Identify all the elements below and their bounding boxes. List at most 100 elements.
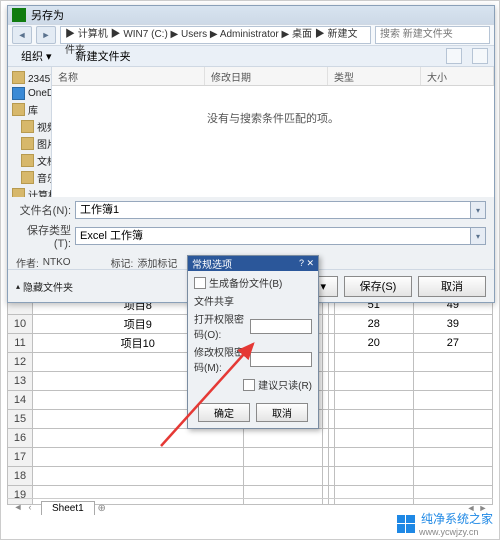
folder-icon <box>12 71 25 84</box>
filetype-dd[interactable]: ▾ <box>471 227 486 245</box>
organize-button[interactable]: 组织 ▾ <box>14 46 59 66</box>
options-cancel-button[interactable]: 取消 <box>256 403 308 422</box>
sheet-nav-prev[interactable]: ‹ <box>25 502 35 514</box>
cell[interactable] <box>413 410 492 429</box>
cell[interactable] <box>413 467 492 486</box>
watermark-url: www.ycwjzy.cn <box>419 527 493 537</box>
cell[interactable] <box>334 353 413 372</box>
tree-item-label: 库 <box>28 102 38 117</box>
cell[interactable]: 20 <box>334 334 413 353</box>
filename-dd[interactable]: ▾ <box>471 201 486 219</box>
tree-item-label: 2345下载 <box>28 70 52 85</box>
cell[interactable] <box>243 429 322 448</box>
cell[interactable]: 27 <box>413 334 492 353</box>
save-button[interactable]: 保存(S) <box>344 276 412 297</box>
backup-label: 生成备份文件(B) <box>209 275 282 290</box>
row-header[interactable]: 10 <box>8 315 33 334</box>
help-icon[interactable] <box>472 48 488 64</box>
options-title: 常规选项 <box>192 256 232 271</box>
cell[interactable] <box>413 391 492 410</box>
row-header[interactable]: 16 <box>8 429 33 448</box>
cell[interactable] <box>334 467 413 486</box>
folder-icon <box>12 103 25 116</box>
mod-pw-input[interactable] <box>250 352 312 367</box>
breadcrumb[interactable]: ▶ 计算机 ▶ WIN7 (C:) ▶ Users ▶ Administrato… <box>60 26 371 44</box>
tree-item[interactable]: 图片 <box>10 135 49 152</box>
cell[interactable] <box>33 448 244 467</box>
cell[interactable] <box>334 429 413 448</box>
empty-message: 没有与搜索条件匹配的项。 <box>52 110 494 126</box>
row-header[interactable]: 14 <box>8 391 33 410</box>
options-close-icon[interactable]: ? ✕ <box>299 258 314 269</box>
column-header[interactable]: 类型 <box>328 67 421 85</box>
cell[interactable] <box>413 429 492 448</box>
sheet-add[interactable]: ⊕ <box>95 503 109 514</box>
open-pw-input[interactable] <box>250 319 312 334</box>
cell[interactable] <box>334 448 413 467</box>
column-header[interactable]: 大小 <box>421 67 494 85</box>
sheet-tab[interactable]: Sheet1 <box>41 501 95 515</box>
file-list[interactable]: 名称修改日期类型大小 没有与搜索条件匹配的项。 <box>52 67 494 197</box>
cell[interactable] <box>413 448 492 467</box>
author-label: 作者: <box>16 255 39 270</box>
folder-icon <box>21 120 34 133</box>
tree-item[interactable]: 文档 <box>10 152 49 169</box>
cell[interactable] <box>243 467 322 486</box>
mod-pw-label: 修改权限密码(M): <box>194 344 247 374</box>
cell[interactable] <box>413 372 492 391</box>
search-input[interactable]: 搜索 新建文件夹 <box>375 26 490 44</box>
view-icon[interactable] <box>446 48 462 64</box>
filetype-input[interactable]: Excel 工作簿 <box>75 227 471 245</box>
row-header[interactable]: 18 <box>8 467 33 486</box>
open-pw-label: 打开权限密码(O): <box>194 311 247 341</box>
row-header[interactable]: 17 <box>8 448 33 467</box>
tree-item[interactable]: 2345下载 <box>10 69 49 86</box>
filetype-label: 保存类型(T): <box>16 222 75 250</box>
folder-icon <box>21 137 34 150</box>
tree-item[interactable]: OneDrive <box>10 86 49 101</box>
cell[interactable]: 28 <box>334 315 413 334</box>
nav-fwd[interactable]: ► <box>36 26 56 44</box>
readonly-checkbox[interactable] <box>243 379 255 391</box>
share-label: 文件共享 <box>194 293 234 308</box>
row-header[interactable]: 13 <box>8 372 33 391</box>
backup-checkbox[interactable] <box>194 277 206 289</box>
row-header[interactable]: 11 <box>8 334 33 353</box>
general-options-dialog: 常规选项 ? ✕ 生成备份文件(B) 文件共享 打开权限密码(O): 修改权限密… <box>187 255 319 429</box>
column-header[interactable]: 名称 <box>52 67 205 85</box>
cell[interactable] <box>243 448 322 467</box>
cell[interactable] <box>334 391 413 410</box>
tree-item[interactable]: 视频 <box>10 118 49 135</box>
cell[interactable] <box>413 353 492 372</box>
cell[interactable]: 39 <box>413 315 492 334</box>
tree-item[interactable]: 音乐 <box>10 169 49 186</box>
row-header[interactable]: 12 <box>8 353 33 372</box>
author-value[interactable]: NTKO <box>43 257 71 268</box>
tree-item[interactable]: 计算机 <box>10 186 49 197</box>
tags-value[interactable]: 添加标记 <box>137 255 177 270</box>
cancel-button[interactable]: 取消 <box>418 276 486 297</box>
tree-item-label: 视频 <box>37 119 52 134</box>
watermark: 纯净系统之家 www.ycwjzy.cn <box>397 510 493 537</box>
folder-tree[interactable]: 2345下载OneDrive库视频图片文档音乐计算机WIN7 (C:)软件 (D… <box>8 67 52 197</box>
tree-item-label: 图片 <box>37 136 52 151</box>
options-ok-button[interactable]: 确定 <box>198 403 250 422</box>
cell[interactable] <box>33 429 244 448</box>
cell[interactable] <box>334 372 413 391</box>
tree-item-label: 计算机 <box>28 187 52 197</box>
dialog-title: 另存为 <box>31 7 64 23</box>
cell[interactable] <box>33 467 244 486</box>
tree-item[interactable]: 库 <box>10 101 49 118</box>
hide-folders[interactable]: ▴隐藏文件夹 <box>16 279 73 294</box>
excel-icon <box>12 8 26 22</box>
folder-icon <box>12 188 25 197</box>
column-header[interactable]: 修改日期 <box>205 67 328 85</box>
cell[interactable] <box>334 410 413 429</box>
tree-item-label: 文档 <box>37 153 52 168</box>
nav-back[interactable]: ◄ <box>12 26 32 44</box>
row-header[interactable]: 15 <box>8 410 33 429</box>
new-folder-button[interactable]: 新建文件夹 <box>69 46 138 66</box>
filename-label: 文件名(N): <box>16 202 75 218</box>
filename-input[interactable]: 工作簿1 <box>75 201 471 219</box>
sheet-nav-first[interactable]: ◄ <box>13 502 23 514</box>
